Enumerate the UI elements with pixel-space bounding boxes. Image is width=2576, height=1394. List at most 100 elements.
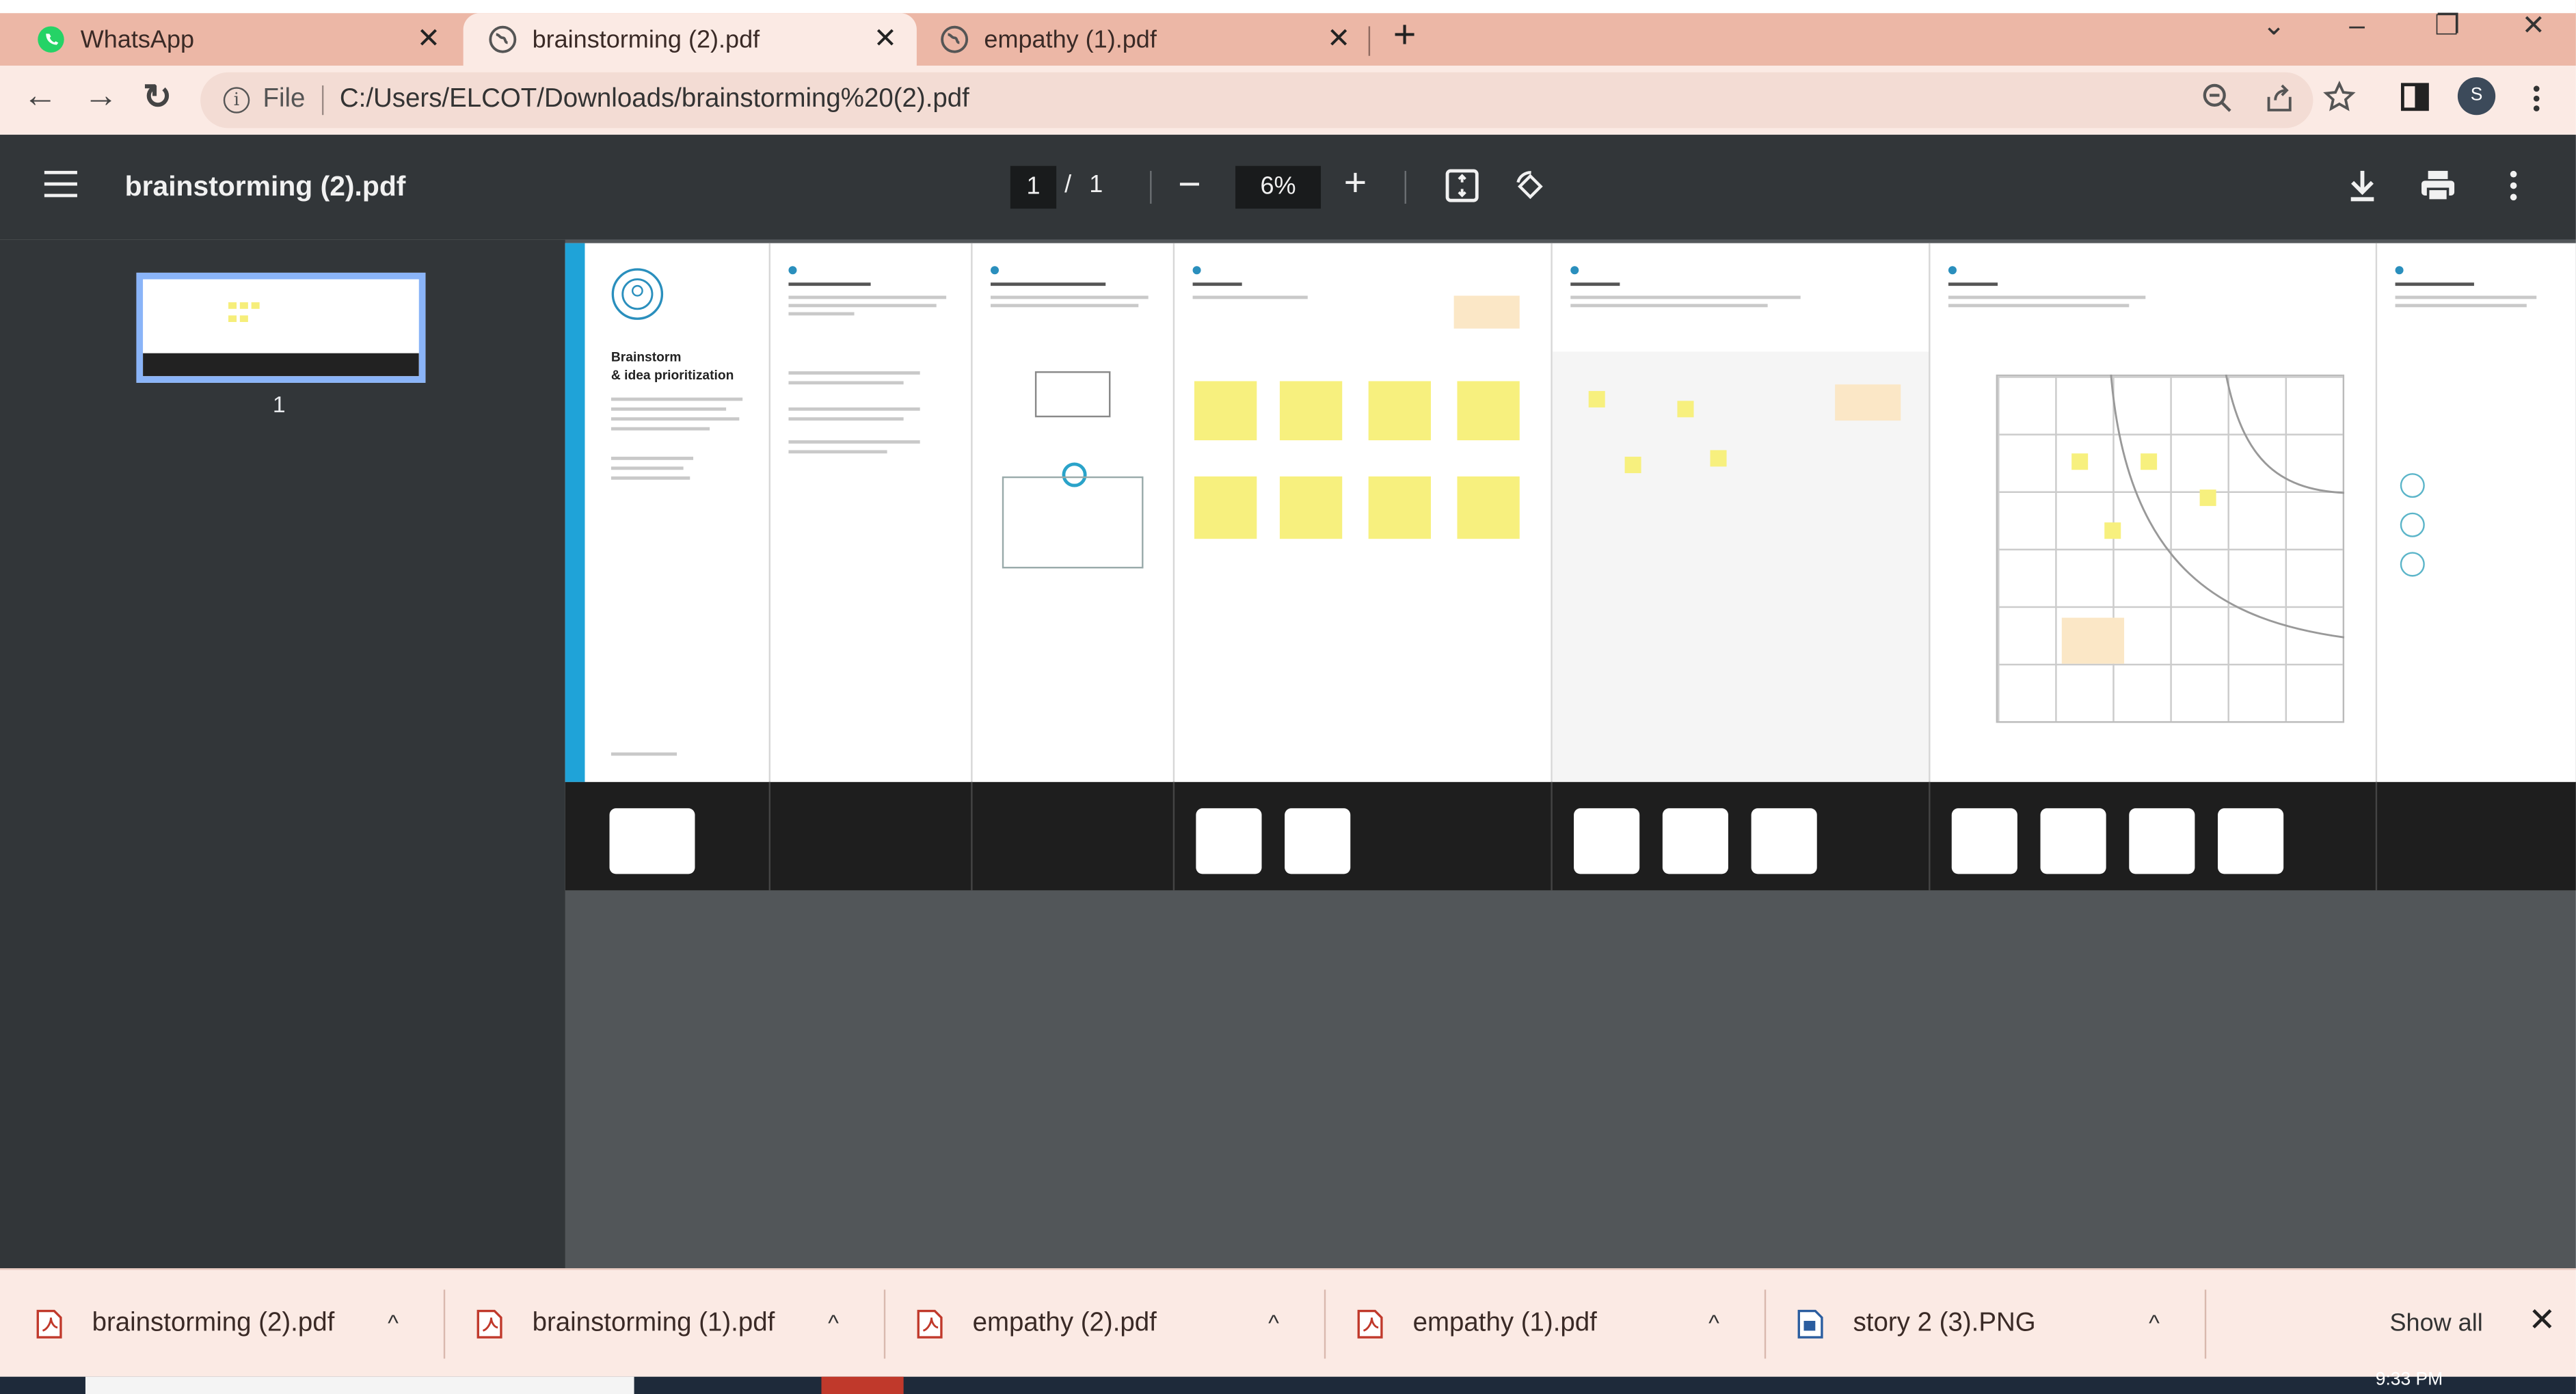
restore-button[interactable]: ❐ (2434, 10, 2460, 42)
show-all-downloads-button[interactable]: Show all (2367, 1296, 2506, 1352)
chrome-menu-icon[interactable] (2530, 84, 2543, 113)
bookmark-star-icon[interactable] (2323, 80, 2356, 113)
download-item[interactable]: empathy (2).pdf (917, 1303, 1157, 1345)
tab-whatsapp[interactable]: WhatsApp ✕ (0, 13, 460, 66)
toolbar-divider (1404, 170, 1406, 204)
pdf-file-icon (477, 1309, 502, 1339)
template-thumb (1574, 808, 1640, 874)
new-tab-button[interactable]: + (1393, 13, 1417, 59)
lightbulb-badge-icon (611, 268, 664, 320)
taskbar-clock: 9:33 PM (2375, 1370, 2443, 1390)
back-icon[interactable]: ← (23, 77, 57, 117)
side-panel-icon[interactable] (2400, 82, 2430, 111)
close-tab-icon[interactable]: ✕ (874, 23, 897, 56)
pdf-title: brainstorming (2).pdf (124, 170, 406, 202)
template-thumb (1662, 808, 1728, 874)
page-number-input[interactable]: 1 (1010, 165, 1057, 209)
reload-icon[interactable]: ↻ (143, 77, 172, 118)
url-scheme: File (263, 85, 306, 113)
zoom-icon[interactable] (2201, 82, 2233, 113)
pdf-viewer[interactable]: 1 Brainstorm & idea prioritization (0, 239, 2576, 1269)
tab-empathy[interactable]: empathy (1).pdf ✕ (917, 13, 1370, 66)
template-thumb (1196, 808, 1262, 874)
site-info-icon[interactable]: i (223, 87, 250, 113)
tab-separator (1368, 26, 1371, 56)
fit-page-icon[interactable] (1444, 167, 1480, 204)
problem-box (1034, 371, 1111, 418)
download-filename: brainstorming (1).pdf (532, 1309, 775, 1338)
zoom-out-button[interactable]: − (1178, 163, 1201, 209)
profile-avatar[interactable]: S (2457, 77, 2496, 116)
page-panel-brainstorm (1172, 243, 1551, 782)
forward-icon[interactable]: → (84, 77, 118, 117)
address-toolbar: ← → ↻ i File C:/Users/ELCOT/Downloads/br… (0, 66, 2576, 135)
page-heading: Brainstorm & idea prioritization (611, 349, 734, 383)
tab-strip: WhatsApp ✕ brainstorming (2).pdf ✕ empat… (0, 0, 2576, 66)
close-window-button[interactable]: ✕ (2522, 10, 2545, 42)
template-thumb (609, 808, 695, 874)
zoom-in-button[interactable]: + (1344, 161, 1367, 206)
share-icon[interactable] (2264, 82, 2295, 113)
print-icon[interactable] (2420, 167, 2456, 204)
priority-curves (2110, 374, 2345, 639)
tab-label: WhatsApp (80, 25, 195, 54)
download-filename: empathy (2).pdf (972, 1309, 1157, 1338)
page-panel-before (768, 243, 971, 782)
url-text[interactable]: C:/Users/ELCOT/Downloads/brainstorming%2… (340, 85, 969, 115)
thumbnail-sidebar: 1 (0, 239, 565, 1269)
tab-label: empathy (1).pdf (984, 25, 1157, 54)
os-taskbar: 9:33 PM (0, 1370, 2576, 1394)
pdf-toolbar: brainstorming (2).pdf 1 / 1 − 6% + (0, 135, 2576, 240)
tab-label: brainstorming (2).pdf (532, 25, 760, 54)
template-thumb (2040, 808, 2106, 874)
rotate-icon[interactable] (1512, 167, 1548, 204)
page-panel-problem (971, 243, 1173, 782)
globe-icon (941, 25, 969, 53)
taskbar-search[interactable] (85, 1376, 634, 1394)
page-panel-prioritize (1929, 243, 2376, 782)
taskbar-app[interactable] (821, 1376, 904, 1394)
page-panel-after (2375, 243, 2576, 782)
pdf-file-icon (36, 1309, 62, 1339)
tab-search-icon[interactable]: ⌄ (2262, 10, 2285, 42)
template-thumb (2218, 808, 2284, 874)
download-item[interactable]: story 2 (3).PNG (1797, 1303, 2036, 1345)
zoom-level-input[interactable]: 6% (1235, 165, 1321, 209)
download-icon[interactable] (2346, 167, 2378, 204)
hamburger-menu-icon[interactable] (44, 170, 77, 205)
page-thumbnail[interactable] (136, 272, 426, 383)
download-filename: brainstorming (2).pdf (92, 1309, 335, 1338)
pdf-file-icon (917, 1309, 943, 1339)
close-tab-icon[interactable]: ✕ (1327, 23, 1350, 56)
image-file-icon (1797, 1309, 1823, 1339)
close-downloads-bar-icon[interactable]: ✕ (2528, 1300, 2555, 1341)
page-panel-intro: Brainstorm & idea prioritization (585, 243, 768, 782)
page-accent-bar (565, 243, 585, 782)
tab-brainstorming[interactable]: brainstorming (2).pdf ✕ (463, 13, 917, 66)
template-thumb (1751, 808, 1817, 874)
template-thumb (1951, 808, 2017, 874)
title-bar-edge (0, 0, 2576, 14)
download-filename: story 2 (3).PNG (1853, 1309, 2036, 1338)
pdf-page: Brainstorm & idea prioritization (565, 243, 2576, 891)
download-item[interactable]: brainstorming (1).pdf (477, 1303, 775, 1345)
whatsapp-icon (38, 26, 64, 53)
globe-icon (489, 25, 517, 53)
omnibox-divider (321, 85, 323, 116)
page-total: 1 (1089, 170, 1103, 199)
thumbnail-page-number: 1 (272, 390, 286, 418)
close-tab-icon[interactable]: ✕ (417, 23, 440, 56)
download-item[interactable]: brainstorming (2).pdf (36, 1303, 334, 1345)
more-options-icon[interactable] (2507, 167, 2520, 204)
address-bar[interactable]: i File C:/Users/ELCOT/Downloads/brainsto… (200, 72, 2313, 129)
page-panel-group (1551, 243, 1931, 782)
pdf-file-icon (1357, 1309, 1383, 1339)
toolbar-divider (1150, 170, 1152, 204)
page-separator: / (1064, 170, 1072, 199)
minimize-button[interactable]: – (2349, 10, 2365, 42)
download-item[interactable]: empathy (1).pdf (1357, 1303, 1597, 1345)
download-filename: empathy (1).pdf (1412, 1309, 1597, 1338)
browser-window: WhatsApp ✕ brainstorming (2).pdf ✕ empat… (0, 0, 2576, 1394)
prompt-box (1002, 476, 1144, 569)
template-thumb (2129, 808, 2195, 874)
